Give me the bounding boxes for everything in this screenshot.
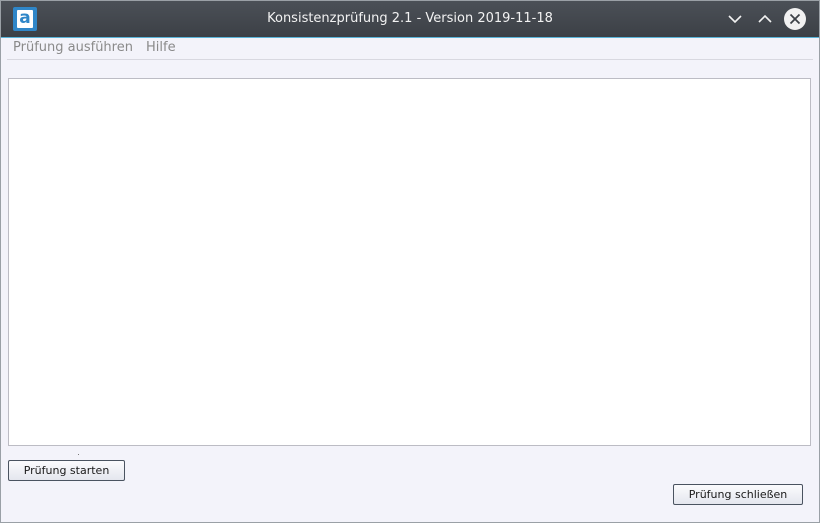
maximize-button[interactable] — [755, 9, 775, 29]
minimize-button[interactable] — [725, 9, 745, 29]
divider-dot — [78, 454, 79, 455]
window-title: Konsistenzprüfung 2.1 - Version 2019-11-… — [267, 11, 553, 26]
close-check-button[interactable]: Prüfung schließen — [673, 484, 803, 505]
title-bar[interactable]: a Konsistenzprüfung 2.1 - Version 2019-1… — [1, 1, 819, 38]
output-text-area[interactable] — [8, 78, 811, 446]
menu-item-run-check[interactable]: Prüfung ausführen — [13, 40, 133, 55]
menu-bar: Prüfung ausführen Hilfe — [7, 38, 813, 60]
chevron-up-icon — [758, 14, 772, 23]
app-window: a Konsistenzprüfung 2.1 - Version 2019-1… — [0, 0, 820, 523]
chevron-down-icon — [728, 15, 742, 24]
close-button[interactable] — [784, 8, 806, 30]
close-icon — [789, 13, 801, 25]
menu-item-help[interactable]: Hilfe — [146, 40, 176, 55]
start-check-button[interactable]: Prüfung starten — [8, 460, 125, 481]
